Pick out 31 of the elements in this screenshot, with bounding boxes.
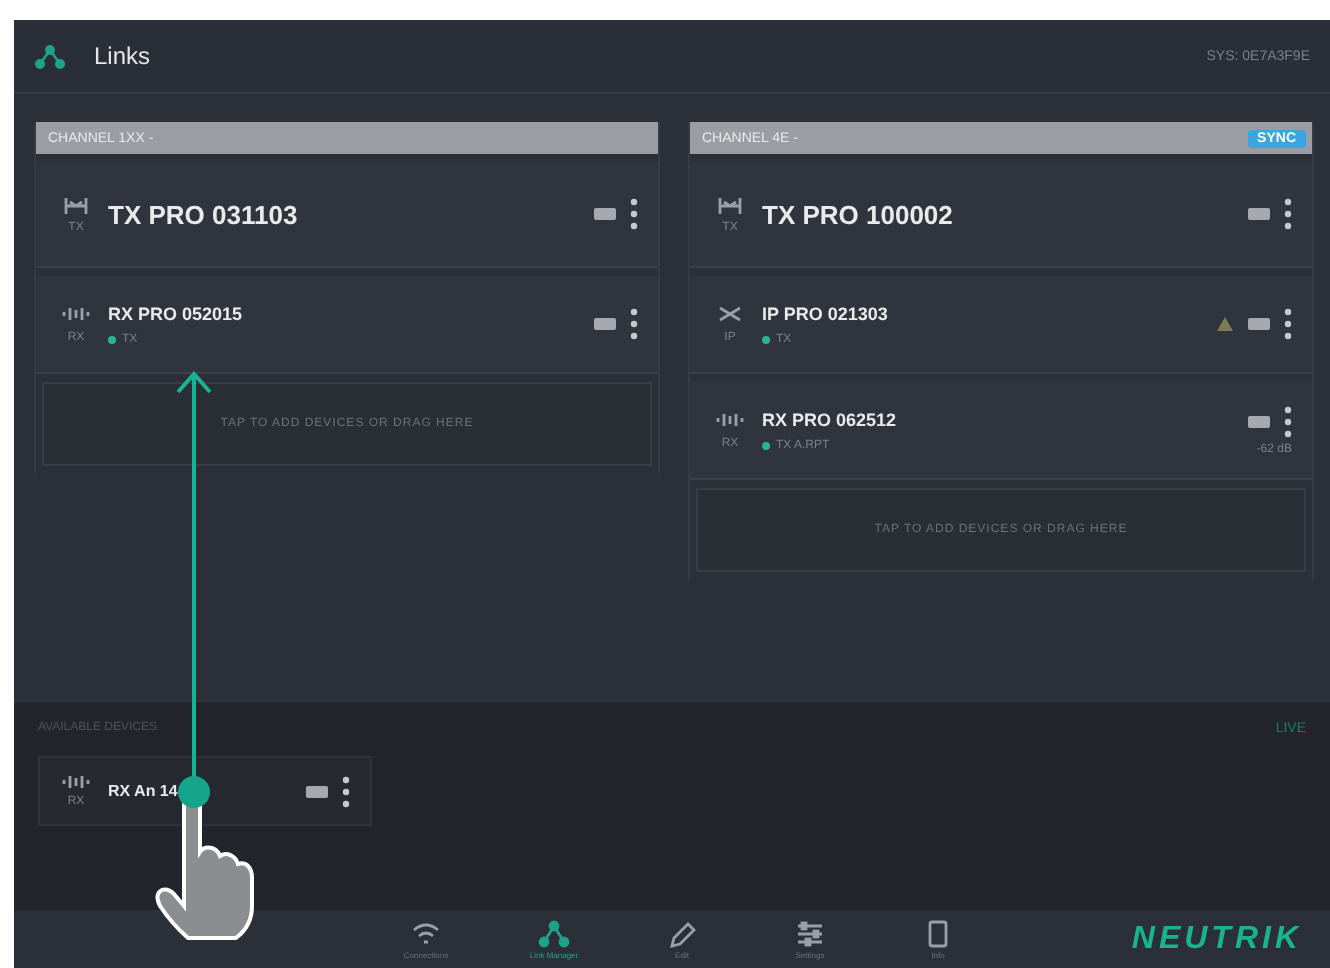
battery-icon <box>594 208 616 220</box>
device-name: TX PRO 031103 <box>108 199 300 229</box>
more-menu-icon[interactable] <box>1284 405 1292 437</box>
more-menu-icon[interactable] <box>342 775 350 807</box>
cross-icon <box>718 305 742 321</box>
device-name: TX PRO 100002 <box>762 199 955 229</box>
transmitter-icon <box>718 195 742 215</box>
page-title: Links <box>94 42 151 70</box>
battery-icon <box>594 318 616 330</box>
links-icon <box>34 43 66 69</box>
links-icon <box>538 919 570 947</box>
device-name: RX PRO 052015 <box>108 303 245 323</box>
sliders-icon <box>794 919 826 947</box>
receiver-icon <box>62 774 90 790</box>
battery-icon <box>1248 318 1270 330</box>
device-name: IP PRO 021303 <box>762 303 890 323</box>
transmitter-icon <box>64 195 88 215</box>
battery-icon <box>306 785 328 797</box>
more-menu-icon[interactable] <box>1284 198 1292 230</box>
brand-logo: NEUTRIK <box>1131 921 1302 957</box>
receiver-icon <box>62 305 90 321</box>
battery-icon <box>1248 208 1270 220</box>
pen-icon <box>666 919 698 947</box>
more-menu-icon[interactable] <box>630 308 638 340</box>
more-menu-icon[interactable] <box>1284 308 1292 340</box>
more-menu-icon[interactable] <box>630 198 638 230</box>
device-name: RX An 14 <box>108 782 180 800</box>
wifi-icon <box>410 919 442 947</box>
battery-icon <box>1248 415 1270 427</box>
device-name: RX PRO 062512 <box>762 409 899 429</box>
receiver-icon <box>716 411 744 427</box>
